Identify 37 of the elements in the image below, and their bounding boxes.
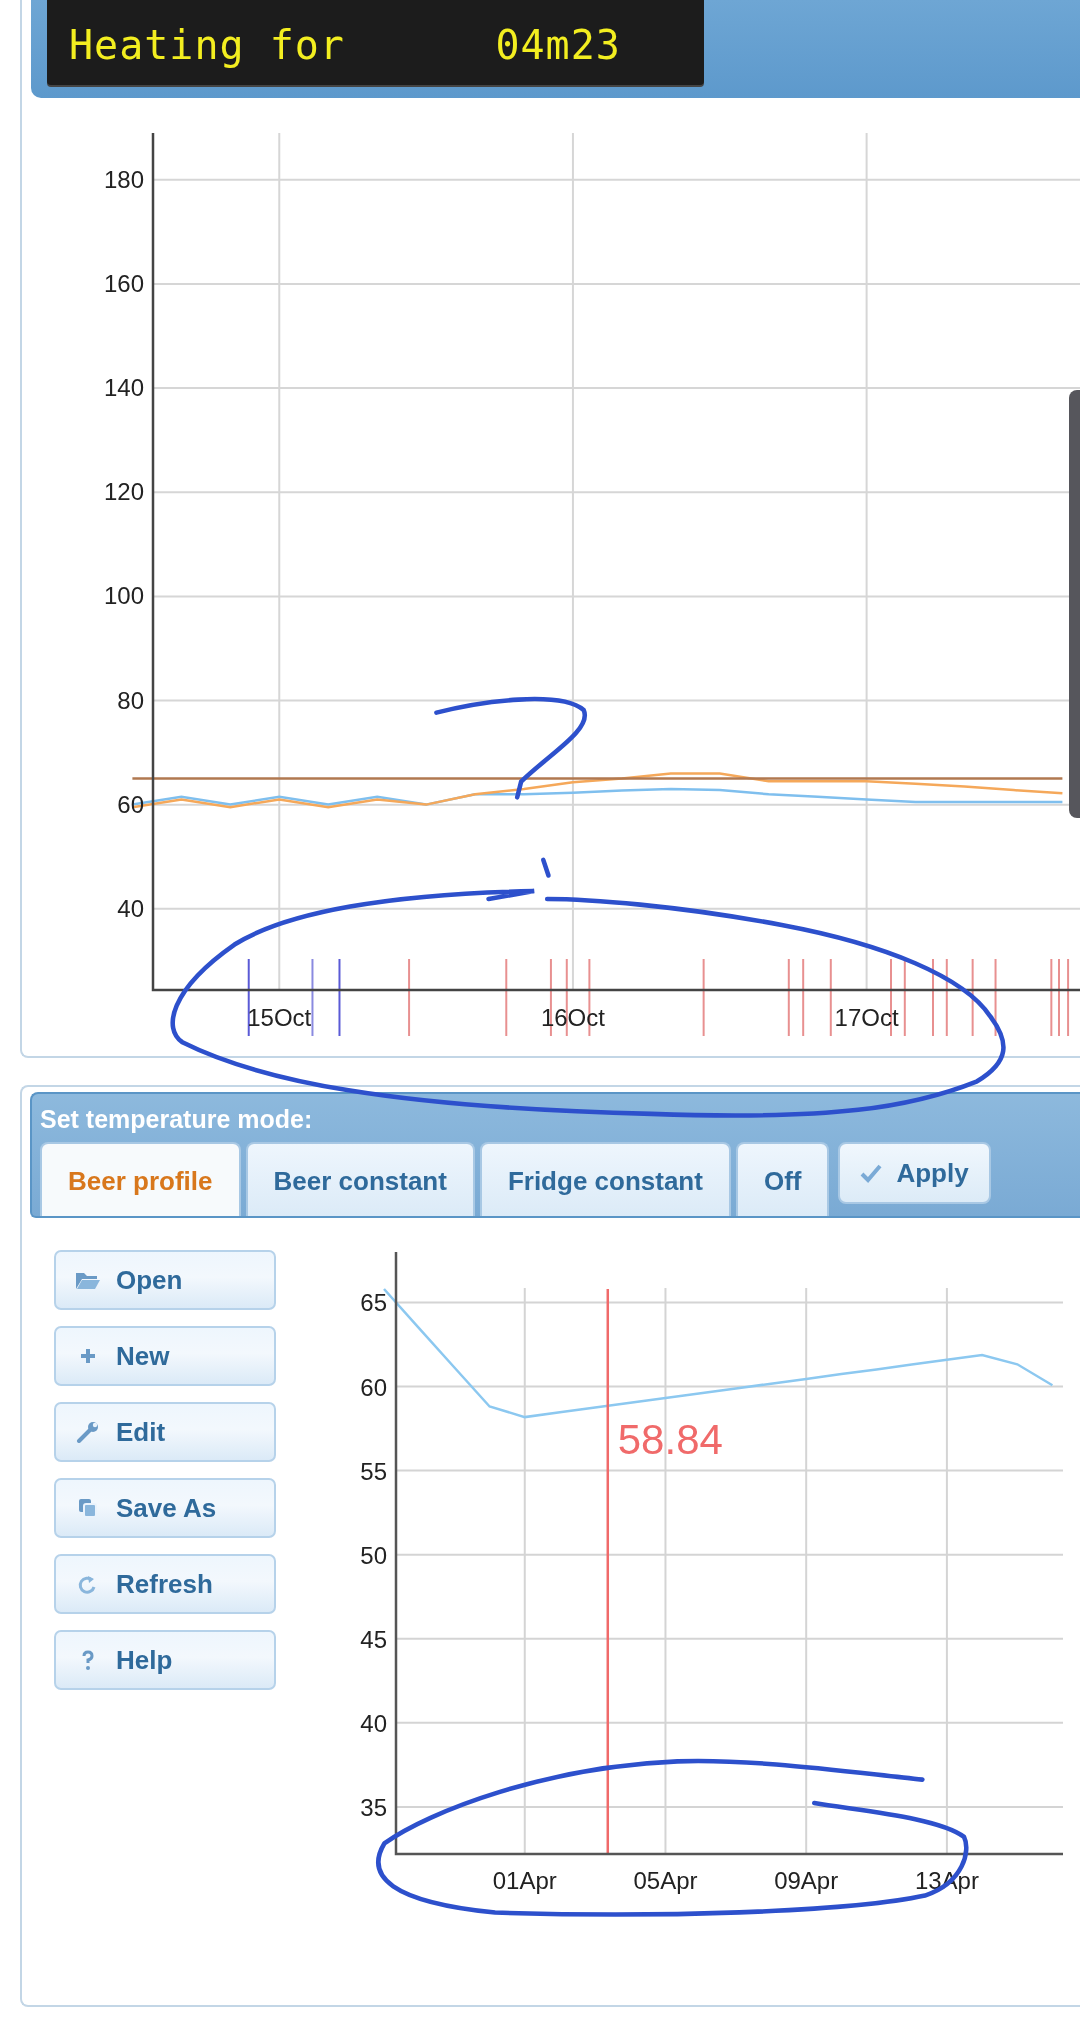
y-axis-label: 40 (117, 894, 144, 922)
profile-button[interactable]: Refresh (54, 1554, 276, 1614)
y-axis-label: 80 (117, 686, 144, 714)
y-axis-label: 35 (360, 1793, 387, 1821)
checkmark-icon (860, 1163, 883, 1183)
profile-button[interactable]: New (54, 1326, 276, 1386)
pen-stroke (541, 857, 551, 878)
y-axis-label: 140 (103, 374, 144, 402)
apply-button[interactable]: Apply (838, 1142, 991, 1204)
y-axis-label: 60 (360, 1373, 387, 1401)
y-axis-label: 40 (360, 1709, 387, 1737)
profile-button[interactable]: Edit (54, 1402, 276, 1462)
x-axis-label: 17Oct (834, 1004, 899, 1031)
value-label: 58.84 (617, 1416, 723, 1464)
mode-tab[interactable]: Off (735, 1142, 830, 1216)
x-axis-label: 05Apr (633, 1867, 698, 1894)
y-axis-label: 45 (360, 1625, 387, 1653)
y-axis-label: 180 (103, 165, 144, 193)
y-axis-label: 120 (103, 478, 144, 506)
profile-button[interactable]: Save As (54, 1478, 276, 1538)
x-axis-label: 16Oct (540, 1004, 605, 1031)
y-axis-label: 60 (117, 790, 144, 818)
y-axis-label: 55 (360, 1457, 387, 1485)
y-axis-label: 65 (360, 1289, 387, 1317)
mode-tab[interactable]: Fridge constant (479, 1142, 731, 1216)
y-axis-label: 160 (103, 270, 144, 297)
x-axis-label: 09Apr (774, 1867, 839, 1894)
profile-button[interactable]: Open (54, 1250, 276, 1310)
panel-title: Set temperature mode: (40, 1104, 314, 1135)
y-axis-label: 100 (103, 582, 144, 610)
x-axis-label: 01Apr (492, 1867, 557, 1894)
profile-button[interactable]: Help (54, 1630, 276, 1690)
x-axis-label: 15Oct (247, 1004, 312, 1031)
mode-tab[interactable]: Beer profile (40, 1142, 241, 1216)
y-axis-label: 50 (360, 1541, 387, 1569)
mode-tab[interactable]: Beer constant (245, 1142, 475, 1216)
lcd-text: Heating for 04m23 (69, 21, 622, 70)
